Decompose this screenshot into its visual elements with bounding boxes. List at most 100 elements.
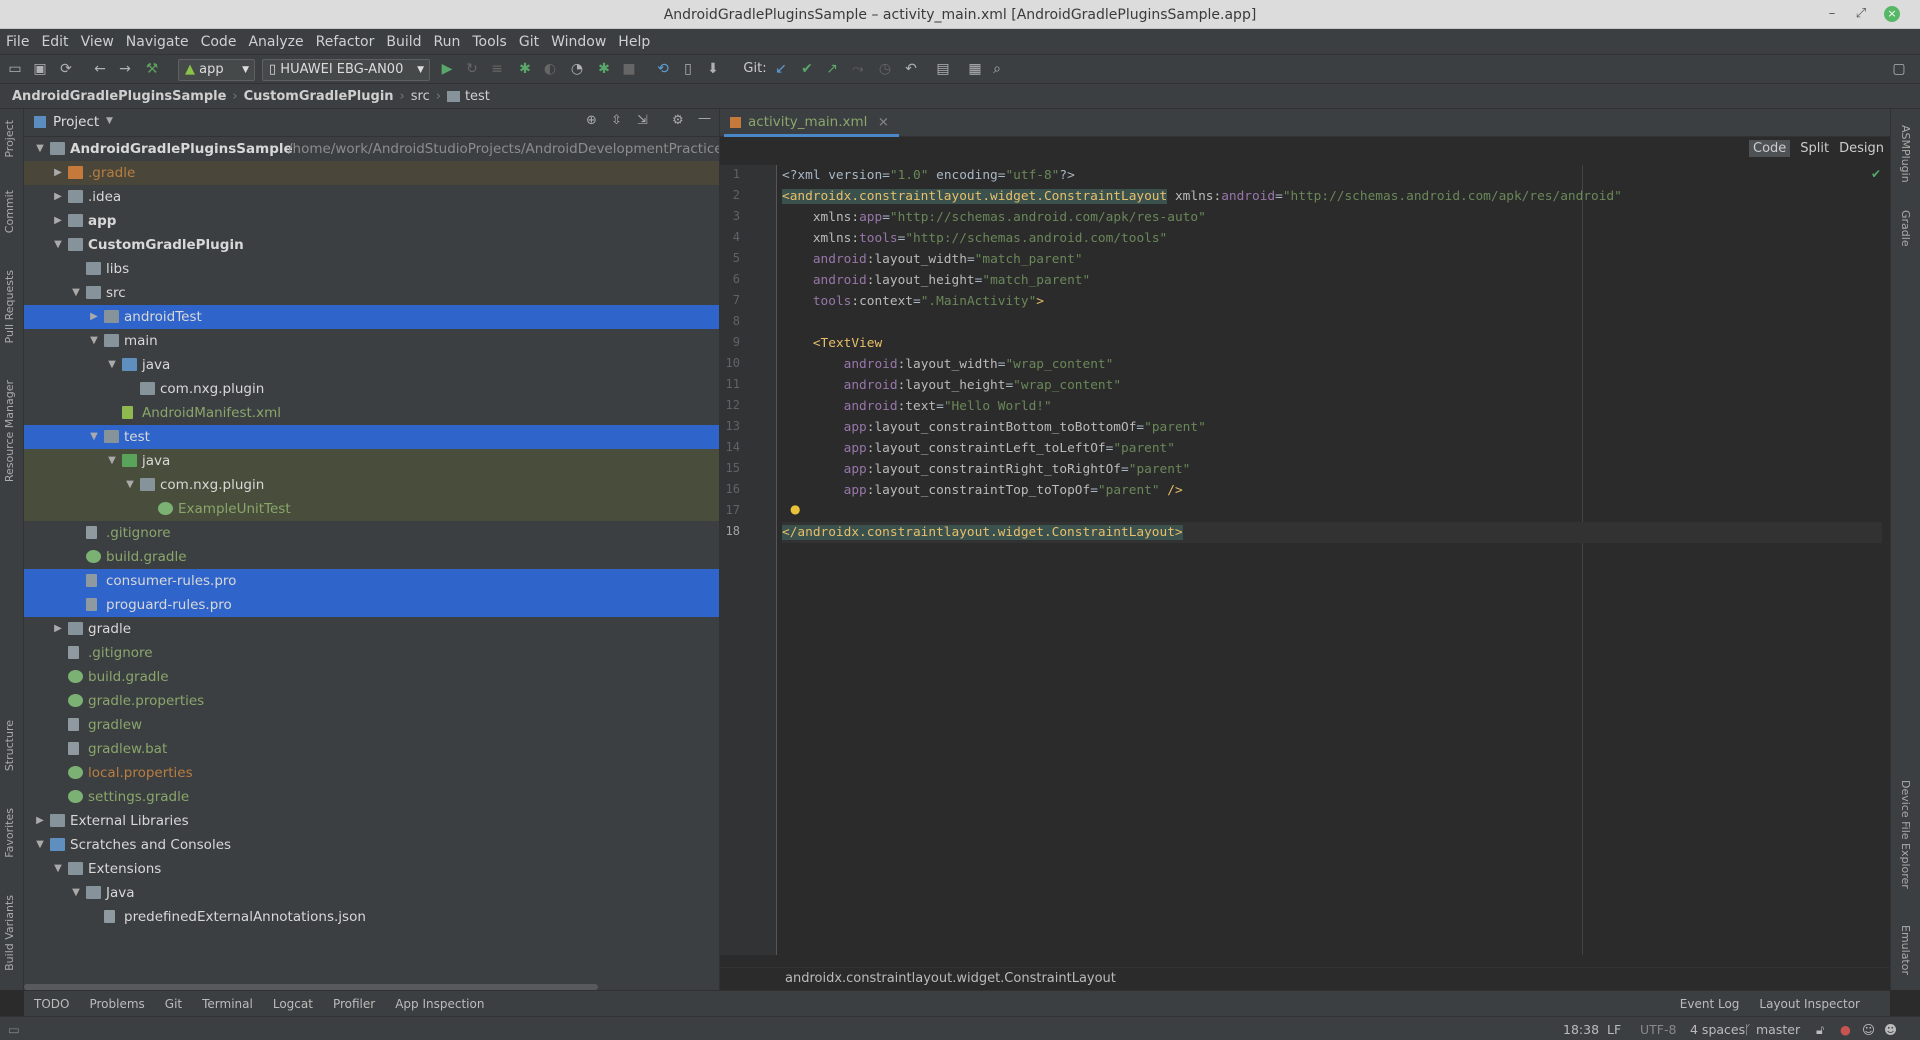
menu-tools[interactable]: Tools xyxy=(472,34,507,50)
tree-node[interactable]: local.properties xyxy=(24,761,719,785)
tree-node[interactable]: libs xyxy=(24,257,719,281)
tree-node[interactable]: predefinedExternalAnnotations.json xyxy=(24,905,719,929)
gear-icon[interactable]: ⚙ xyxy=(672,113,684,128)
tool-tab-pull-requests[interactable]: Pull Requests xyxy=(3,270,16,343)
tool-tab-structure[interactable]: Structure xyxy=(3,720,16,771)
bottom-tool-problems[interactable]: Problems xyxy=(89,997,144,1011)
attach-debugger-icon[interactable]: ✱ xyxy=(595,60,613,78)
code-line[interactable]: xmlns:app="http://schemas.android.com/ap… xyxy=(782,207,1206,228)
tool-tab-resource-manager[interactable]: Resource Manager xyxy=(3,380,16,482)
lock-icon[interactable]: 🔓︎ xyxy=(1816,1022,1824,1038)
tool-tab-favorites[interactable]: Favorites xyxy=(3,808,16,858)
chevron-right-icon[interactable]: ▶ xyxy=(52,209,64,233)
collapse-all-icon[interactable]: ⇲ xyxy=(637,113,648,128)
tree-node[interactable]: ▼ Scratches and Consoles xyxy=(24,833,719,857)
menu-git[interactable]: Git xyxy=(519,34,539,50)
maximize-icon[interactable]: ⤢ xyxy=(1852,6,1870,21)
tree-node[interactable]: build.gradle xyxy=(24,665,719,689)
tree-node[interactable]: gradlew xyxy=(24,713,719,737)
menu-file[interactable]: File xyxy=(6,34,29,50)
menu-refactor[interactable]: Refactor xyxy=(316,34,375,50)
chevron-down-icon[interactable]: ▼ xyxy=(34,137,46,161)
code-line[interactable]: app:layout_constraintRight_toRightOf="pa… xyxy=(782,459,1191,480)
git-update-icon[interactable]: ↙ xyxy=(772,60,790,78)
expand-all-icon[interactable]: ⇳ xyxy=(611,113,622,128)
tree-node[interactable]: .gitignore xyxy=(24,641,719,665)
tool-tab-gradle[interactable]: Gradle xyxy=(1899,210,1912,247)
bottom-tool-profiler[interactable]: Profiler xyxy=(333,997,375,1011)
tree-node[interactable]: ▼ Java xyxy=(24,881,719,905)
menu-build[interactable]: Build xyxy=(386,34,421,50)
project-structure-icon[interactable]: ▤ xyxy=(934,60,952,78)
code-line[interactable]: tools:context=".MainActivity"> xyxy=(782,291,1044,312)
tree-node[interactable]: proguard-rules.pro xyxy=(24,593,719,617)
error-icon[interactable]: ● xyxy=(1840,1022,1851,1037)
breadcrumb-item[interactable]: AndroidGradlePluginsSample xyxy=(12,89,226,104)
view-mode-split[interactable]: Split xyxy=(1800,141,1829,156)
save-icon[interactable]: ▣ xyxy=(31,60,49,78)
tree-node[interactable]: ▼ AndroidGradlePluginsSample/home/work/An… xyxy=(24,137,719,161)
tree-node[interactable]: ▼ main xyxy=(24,329,719,353)
chevron-down-icon[interactable]: ▼ xyxy=(70,881,82,905)
tool-tab-device-file-explorer[interactable]: Device File Explorer xyxy=(1899,780,1912,889)
tree-node[interactable]: ▶ androidTest xyxy=(24,305,719,329)
git-push-icon[interactable]: ↗ xyxy=(823,60,841,78)
bottom-tool-todo[interactable]: TODO xyxy=(34,997,69,1011)
chevron-right-icon[interactable]: ▶ xyxy=(88,305,100,329)
tree-node[interactable]: ▶ app xyxy=(24,209,719,233)
code-line[interactable]: app:layout_constraintLeft_toLeftOf="pare… xyxy=(782,438,1175,459)
tree-node[interactable]: ▼ test xyxy=(24,425,719,449)
menu-navigate[interactable]: Navigate xyxy=(126,34,189,50)
tree-node[interactable]: settings.gradle xyxy=(24,785,719,809)
code-line[interactable]: xmlns:tools="http://schemas.android.com/… xyxy=(782,228,1167,249)
history-icon[interactable]: ◷ xyxy=(876,60,894,78)
tool-tab-commit[interactable]: Commit xyxy=(3,190,16,233)
tree-node[interactable]: ExampleUnitTest xyxy=(24,497,719,521)
code-line[interactable]: <?xml version="1.0" encoding="utf-8"?> xyxy=(782,165,1075,186)
code-line[interactable]: app:layout_constraintTop_toTopOf="parent… xyxy=(782,480,1183,501)
bottom-tool-event-log[interactable]: Event Log xyxy=(1680,997,1740,1011)
project-view-selector[interactable]: Project xyxy=(53,114,99,130)
menu-run[interactable]: Run xyxy=(434,34,461,50)
bottom-tool-logcat[interactable]: Logcat xyxy=(273,997,313,1011)
chevron-down-icon[interactable]: ▼ xyxy=(106,116,113,126)
code-line[interactable]: android:layout_height="wrap_content" xyxy=(782,375,1121,396)
menu-help[interactable]: Help xyxy=(618,34,650,50)
tree-node[interactable]: AndroidManifest.xml xyxy=(24,401,719,425)
hammer-icon[interactable]: ⚒ xyxy=(143,60,161,78)
chevron-down-icon[interactable]: ▼ xyxy=(124,473,136,497)
chevron-right-icon[interactable]: ▶ xyxy=(52,161,64,185)
tree-node[interactable]: consumer-rules.pro xyxy=(24,569,719,593)
layout-icon[interactable]: ▦ xyxy=(966,60,984,78)
file-encoding[interactable]: UTF-8 xyxy=(1640,1022,1676,1037)
menu-edit[interactable]: Edit xyxy=(41,34,68,50)
breadcrumb-item[interactable]: test xyxy=(465,89,490,104)
tool-tab-build-variants[interactable]: Build Variants xyxy=(3,895,16,971)
feedback-icon[interactable]: ☻ xyxy=(1884,1022,1897,1037)
gradle-sync-icon[interactable]: ⟲ xyxy=(654,60,672,78)
tree-node[interactable]: gradlew.bat xyxy=(24,737,719,761)
tab-activity-main[interactable]: activity_main.xml × xyxy=(724,109,900,137)
rerun-icon[interactable]: ↻ xyxy=(463,60,481,78)
bottom-tool-layout-inspector[interactable]: Layout Inspector xyxy=(1759,997,1860,1011)
chevron-down-icon[interactable]: ▼ xyxy=(88,329,100,353)
line-separator[interactable]: LF xyxy=(1607,1022,1621,1037)
stop-icon[interactable]: ■ xyxy=(620,60,638,78)
tool-tab-asmplugin[interactable]: ASMPlugin xyxy=(1899,125,1912,183)
indent-setting[interactable]: 4 spaces xyxy=(1690,1022,1745,1037)
chevron-down-icon[interactable]: ▼ xyxy=(70,281,82,305)
coverage-icon[interactable]: ◐ xyxy=(541,60,559,78)
forward-icon[interactable]: → xyxy=(116,60,134,78)
tool-tab-project[interactable]: Project xyxy=(3,120,16,158)
run-config-combo[interactable]: ▲ app ▼ xyxy=(178,59,255,81)
close-window-icon[interactable]: × xyxy=(1884,6,1900,22)
code-line[interactable]: <androidx.constraintlayout.widget.Constr… xyxy=(782,186,1622,207)
tree-node[interactable]: build.gradle xyxy=(24,545,719,569)
tree-node[interactable]: ▼ com.nxg.plugin xyxy=(24,473,719,497)
back-icon[interactable]: ← xyxy=(91,60,109,78)
chevron-down-icon[interactable]: ▼ xyxy=(52,857,64,881)
menu-window[interactable]: Window xyxy=(551,34,606,50)
sync-icon[interactable]: ⟳ xyxy=(57,60,75,78)
view-mode-design[interactable]: Design xyxy=(1839,141,1884,156)
tool-tab-emulator[interactable]: Emulator xyxy=(1899,925,1912,975)
